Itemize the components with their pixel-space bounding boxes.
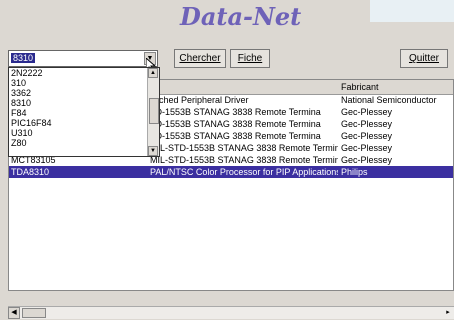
scroll-thumb[interactable] [149,98,159,124]
cell-desc: vitched Peripheral Driver [150,95,249,105]
cell-part: TDA8310 [11,167,50,177]
dropdown-list[interactable]: 2N2222 310 3362 8310 F84 PIC16F84 U310 Z80 ▲ ▼ [8,67,160,157]
scroll-right-icon[interactable]: ▸ [442,307,454,319]
cell-maker: Gec-Plessey [341,155,393,165]
dropdown-item[interactable]: Z80 [9,138,159,148]
search-value[interactable]: 8310 [11,53,36,63]
dropdown-item[interactable]: F84 [9,108,159,118]
dropdown-item[interactable]: PIC16F84 [9,118,159,128]
cell-desc: PAL/NTSC Color Processor for PIP Applica… [150,167,338,177]
app-title: Data-Net [180,2,302,31]
cell-maker: Gec-Plessey [341,131,393,141]
scroll-up-icon[interactable]: ▲ [148,68,158,78]
cell-desc: TD-1553B STANAG 3838 Remote Termina [150,107,321,117]
dropdown-item[interactable]: 310 [9,78,159,88]
horizontal-scrollbar[interactable]: ◀ ▸ [8,306,454,319]
dropdown-item[interactable]: 8310 [9,98,159,108]
scroll-left-icon[interactable]: ◀ [8,307,20,319]
dropdown-item[interactable]: U310 [9,128,159,138]
cell-maker: Gec-Plessey [341,107,393,117]
table-row[interactable]: TDA8310 PAL/NTSC Color Processor for PIP … [9,166,453,178]
quit-button[interactable]: Quitter [400,49,448,68]
hscroll-thumb[interactable] [22,308,46,318]
header-maker[interactable]: Fabricant [341,82,379,92]
cell-maker: Gec-Plessey [341,143,393,153]
dropdown-item[interactable]: 2N2222 [9,68,159,78]
dropdown-scrollbar[interactable]: ▲ ▼ [147,68,159,156]
search-button[interactable]: Chercher [174,49,226,68]
scroll-down-icon[interactable]: ▼ [148,146,158,156]
search-combo[interactable]: 8310 ▼ [8,50,158,67]
cell-desc: TD-1553B STANAG 3838 Remote Termina [150,131,321,141]
cell-desc: MIL-STD-1553B STANAG 3838 Remote Termina [150,155,338,165]
app-window: Data-Net 8310 ▼ Chercher Fiche Quitter n… [0,0,454,320]
sheet-button[interactable]: Fiche [230,49,270,68]
title-strip [370,0,454,22]
dropdown-item[interactable]: 3362 [9,88,159,98]
cell-maker: National Semiconductor [341,95,437,105]
cell-desc: TD-1553B STANAG 3838 Remote Termina [150,119,321,129]
cell-desc: MIL-STD-1553B STANAG 3838 Remote Termina [150,143,338,153]
cell-maker: Gec-Plessey [341,119,393,129]
cell-maker: Philips [341,167,368,177]
